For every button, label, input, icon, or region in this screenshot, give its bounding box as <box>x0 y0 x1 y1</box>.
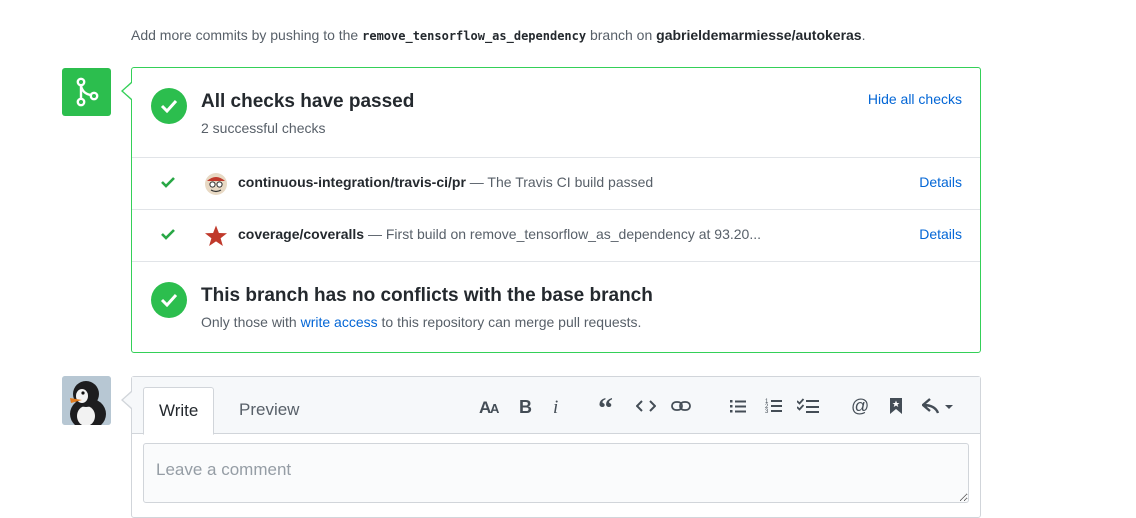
push-hint-prefix: Add more commits by pushing to the <box>131 27 359 43</box>
mention-icon[interactable]: @ <box>851 395 871 417</box>
conflicts-title: This branch has no conflicts with the ba… <box>201 285 653 306</box>
svg-text:3: 3 <box>765 409 769 415</box>
bold-icon[interactable]: B <box>518 395 532 417</box>
svg-text:B: B <box>519 397 532 415</box>
push-hint: Add more commits by pushing to the remov… <box>131 27 866 43</box>
check-description: — First build on remove_tensorflow_as_de… <box>367 226 761 242</box>
conflicts-section: This branch has no conflicts with the ba… <box>132 261 980 353</box>
check-row-travis: continuous-integration/travis-ci/pr — Th… <box>132 157 980 210</box>
hide-all-checks-link[interactable]: Hide all checks <box>868 91 962 107</box>
italic-icon[interactable]: i <box>551 395 563 417</box>
comment-box: Write Preview AA B i “ 123 @ <box>131 376 981 518</box>
check-mark-icon <box>160 175 176 194</box>
link-icon[interactable] <box>671 395 691 417</box>
checks-subtitle: 2 successful checks <box>201 120 326 136</box>
numbered-list-icon[interactable]: 123 <box>765 395 782 417</box>
avatar[interactable] <box>62 376 111 425</box>
comment-textarea[interactable] <box>143 443 969 503</box>
svg-text:A: A <box>490 401 500 415</box>
check-text: coverage/coveralls — First build on remo… <box>238 226 761 242</box>
checks-passed-icon <box>151 88 187 124</box>
check-name: coverage/coveralls <box>238 226 365 242</box>
repo-name: gabrieldemarmiesse/autokeras <box>656 27 862 43</box>
push-hint-middle: branch on <box>589 27 653 43</box>
task-list-icon[interactable] <box>797 395 819 417</box>
branch-name: remove_tensorflow_as_dependency <box>362 29 587 43</box>
check-text: continuous-integration/travis-ci/pr — Th… <box>238 174 653 190</box>
checks-title: All checks have passed <box>201 91 415 112</box>
svg-text:@: @ <box>851 396 869 416</box>
svg-text:i: i <box>553 397 558 415</box>
svg-text:“: “ <box>598 398 613 414</box>
merge-status-box: All checks have passed 2 successful chec… <box>131 67 981 353</box>
bookmark-icon[interactable] <box>889 395 903 417</box>
travis-avatar-icon <box>204 172 228 196</box>
git-merge-icon <box>62 68 111 116</box>
check-name: continuous-integration/travis-ci/pr <box>238 174 466 190</box>
check-description: — The Travis CI build passed <box>469 174 654 190</box>
write-access-link[interactable]: write access <box>301 314 378 330</box>
conflicts-sub-prefix: Only those with <box>201 314 297 330</box>
code-icon[interactable] <box>636 395 656 417</box>
check-mark-icon <box>160 227 176 246</box>
tab-write[interactable]: Write <box>143 387 215 435</box>
bulleted-list-icon[interactable] <box>730 395 746 417</box>
check-row-coveralls: coverage/coveralls — First build on remo… <box>132 209 980 262</box>
check-details-link[interactable]: Details <box>919 226 962 242</box>
conflicts-subtitle: Only those with write access to this rep… <box>201 314 641 330</box>
conflicts-sub-suffix: to this repository can merge pull reques… <box>381 314 642 330</box>
reply-icon[interactable] <box>922 395 956 417</box>
push-hint-suffix: . <box>861 27 866 43</box>
no-conflicts-icon <box>151 282 187 318</box>
check-details-link[interactable]: Details <box>919 174 962 190</box>
quote-icon[interactable]: “ <box>598 395 616 417</box>
comment-toolbar: Write Preview AA B i “ 123 @ <box>132 377 980 435</box>
coveralls-star-icon <box>204 224 228 248</box>
text-size-icon[interactable]: AA <box>479 395 501 417</box>
tab-preview[interactable]: Preview <box>224 387 314 433</box>
